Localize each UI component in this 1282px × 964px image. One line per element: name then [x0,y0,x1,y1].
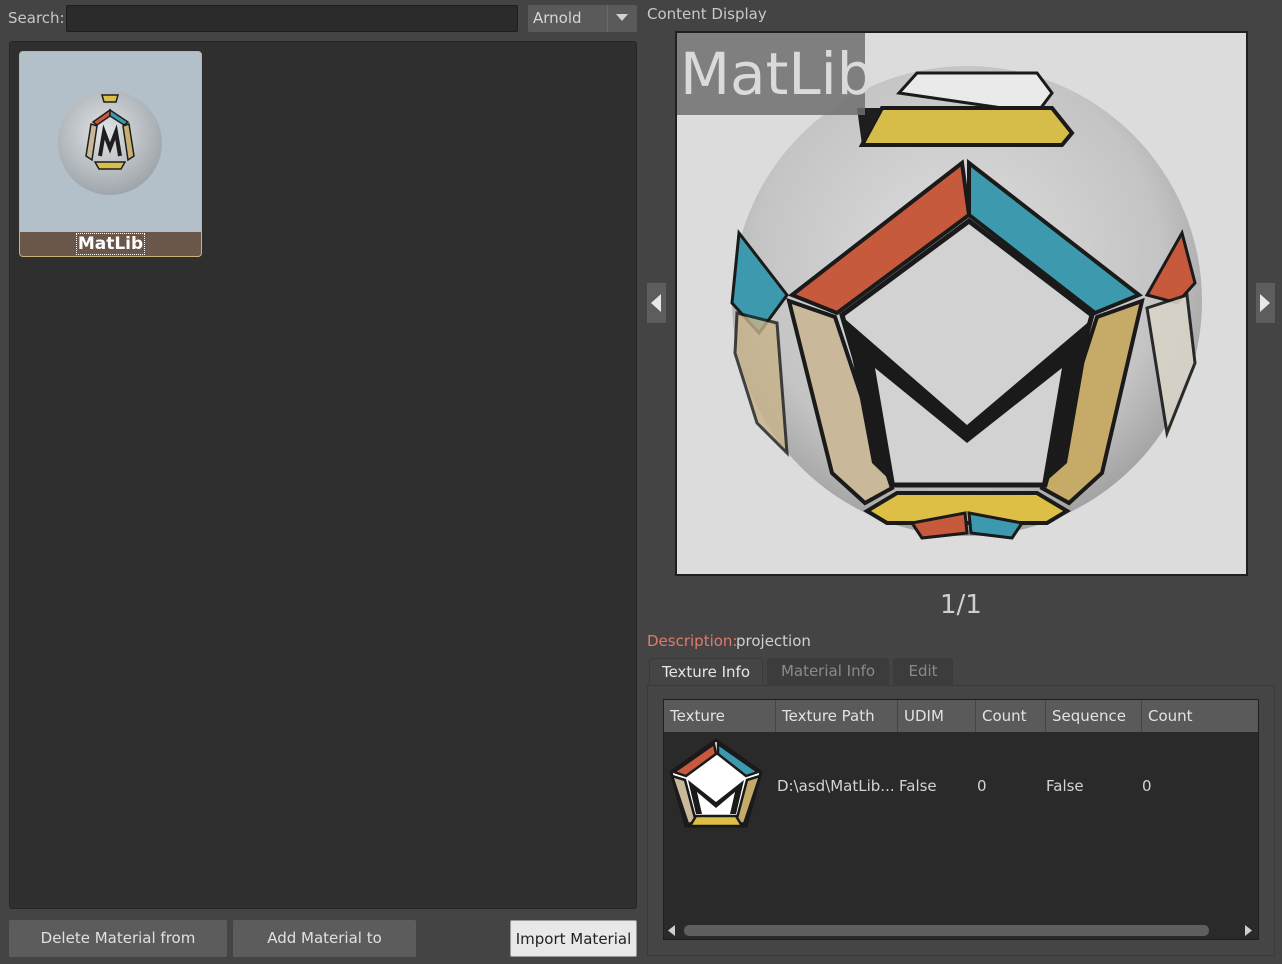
description-label: Description: [647,632,738,650]
cell-udim: False [899,777,937,795]
column-header-count-2[interactable]: Count [1142,700,1258,732]
cell-sequence: False [1046,777,1084,795]
page-indicator: 1/1 [940,590,982,620]
content-display-title: Content Display [647,5,767,23]
renderer-selected-value: Arnold [533,9,582,27]
material-preview-image: MatLib [677,33,1246,574]
material-name-bar: MatLib [20,232,201,256]
cell-count: 0 [977,777,987,795]
import-material-button[interactable]: Import Material [510,920,637,957]
column-header-count[interactable]: Count [976,700,1046,732]
search-input[interactable] [66,5,518,32]
preview-title-overlay: MatLib [677,33,874,115]
previous-image-button[interactable] [647,283,666,323]
renderer-dropdown[interactable]: Arnold [528,5,637,32]
column-header-udim[interactable]: UDIM [898,700,976,732]
search-label: Search: [8,9,65,27]
scroll-left-icon[interactable] [668,925,676,936]
texture-table: Texture Texture Path UDIM Count Sequence… [663,699,1259,940]
tab-edit[interactable]: Edit [893,658,953,685]
add-material-button[interactable]: Add Material to Category [233,920,416,957]
texture-thumbnail [666,734,766,834]
column-header-texture[interactable]: Texture [664,700,776,732]
material-tile[interactable]: MatLib [19,51,202,257]
column-header-sequence[interactable]: Sequence [1046,700,1142,732]
material-name: MatLib [75,233,146,255]
horizontal-scrollbar[interactable] [664,922,1258,939]
material-thumbnail [20,52,201,232]
scrollbar-thumb[interactable] [684,925,1209,936]
description-value: projection [736,632,811,650]
delete-material-button[interactable]: Delete Material from Category [9,920,227,957]
tab-texture-info[interactable]: Texture Info [649,658,763,685]
chevron-down-icon[interactable] [607,5,637,32]
material-grid: MatLib [9,41,637,909]
table-row[interactable]: D:\asd\MatLib... False 0 False 0 [664,732,1258,836]
column-header-texture-path[interactable]: Texture Path [776,700,898,732]
next-image-button[interactable] [1256,283,1275,323]
preview-frame: MatLib [675,31,1248,576]
cell-count-2: 0 [1142,777,1152,795]
tab-material-info[interactable]: Material Info [767,658,889,685]
cell-texture-path: D:\asd\MatLib... [777,777,895,795]
scroll-right-icon[interactable] [1244,925,1252,936]
